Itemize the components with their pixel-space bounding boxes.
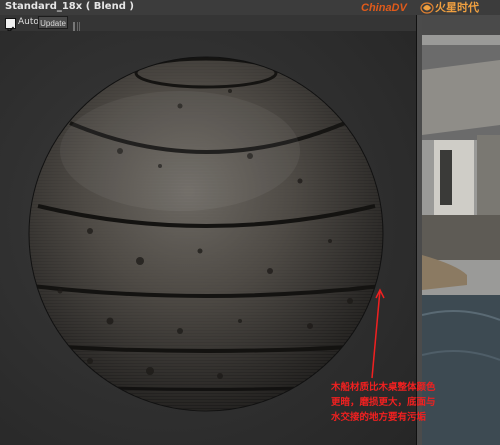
auto-label: Auto [18,17,39,27]
annotation-line: 更暗，磨损更大，底面与 [331,397,436,408]
annotation-line: 木船材质比木桌整体颜色 [331,382,436,393]
svg-text:ChinaDV: ChinaDV [361,2,409,14]
annotation-line: 水交接的地方要有污垢 [331,412,427,423]
toolbar-grip-icon[interactable] [72,17,82,31]
auto-checkbox[interactable] [5,18,16,33]
hxsd-logo-icon: ChinaDV 火星时代 [361,0,496,15]
window-title: Standard_18x ( Blend ) [5,1,134,12]
preview-toolbar: Auto Update [0,15,420,33]
svg-text:火星时代: 火星时代 [435,0,479,14]
update-button[interactable]: Update [38,16,68,29]
annotation-note: 木船材质比木桌整体颜色 更暗，磨损更大，底面与 水交接的地方要有污垢 [331,380,500,425]
